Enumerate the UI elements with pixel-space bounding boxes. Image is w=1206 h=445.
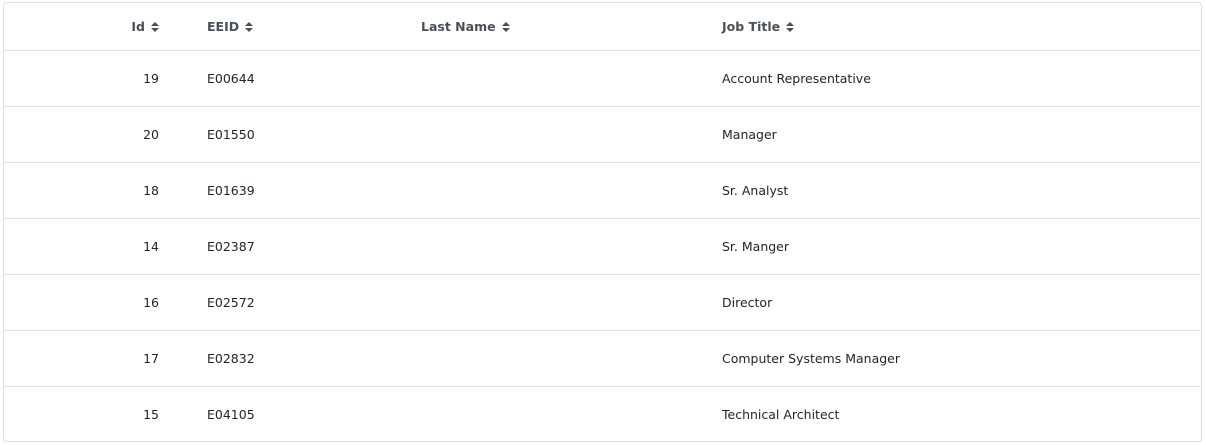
cell-job-title: Manager [706,106,1201,163]
table-row[interactable]: 15 E04105 Technical Architect [4,387,1201,442]
table-row[interactable]: 14 E02387 Sr. Manger [4,218,1201,275]
cell-last-name [405,218,706,275]
table-row[interactable]: 20 E01550 Manager [4,106,1201,163]
sort-icon[interactable] [786,22,795,33]
cell-eeid: E01639 [191,162,405,219]
table-header-row: Id EEID Last Name Job Title [4,3,1201,51]
cell-last-name [405,50,706,107]
employee-table: Id EEID Last Name Job Title 19 E00644 Acco… [4,3,1201,442]
cell-job-title: Account Representative [706,50,1201,107]
cell-eeid: E01550 [191,106,405,163]
cell-id: 15 [143,407,159,422]
cell-id: 17 [4,330,191,387]
cell-eeid: E02832 [191,330,405,387]
cell-id: 16 [4,274,191,331]
column-header-job-title[interactable]: Job Title [706,3,1201,51]
column-header-eeid[interactable]: EEID [191,3,405,51]
cell-job-title: Director [706,274,1201,331]
cell-last-name [405,106,706,163]
cell-eeid: E00644 [191,50,405,107]
cell-last-name [405,387,706,442]
cell-job-title: Sr. Analyst [706,162,1201,219]
cell-eeid: E02572 [191,274,405,331]
cell-id: 18 [4,162,191,219]
cell-eeid: E02387 [191,218,405,275]
cell-last-name [405,274,706,331]
sort-icon[interactable] [245,22,254,33]
column-label: Id [131,19,145,34]
column-label: EEID [207,19,240,34]
column-label: Last Name [421,19,496,34]
table-row[interactable]: 16 E02572 Director [4,274,1201,331]
sort-icon[interactable] [501,22,510,33]
cell-job-title: Computer Systems Manager [706,330,1201,387]
table-row[interactable]: 17 E02832 Computer Systems Manager [4,330,1201,387]
table-row[interactable]: 19 E00644 Account Representative [4,50,1201,107]
cell-eeid: E04105 [207,407,255,422]
cell-last-name [405,330,706,387]
cell-job-title: Sr. Manger [706,218,1201,275]
sort-icon[interactable] [151,22,159,33]
cell-id: 19 [4,50,191,107]
table-row[interactable]: 18 E01639 Sr. Analyst [4,162,1201,219]
cell-last-name [405,162,706,219]
employee-table-card: Id EEID Last Name Job Title 19 E00644 Acco… [3,2,1202,442]
column-label: Job Title [722,19,781,34]
column-header-id[interactable]: Id [4,3,191,51]
column-header-last-name[interactable]: Last Name [405,3,706,51]
table-body: 19 E00644 Account Representative 20 E01550 Ma… [4,50,1201,442]
cell-id: 14 [4,218,191,275]
cell-job-title: Technical Architect [722,407,840,422]
cell-id: 20 [4,106,191,163]
